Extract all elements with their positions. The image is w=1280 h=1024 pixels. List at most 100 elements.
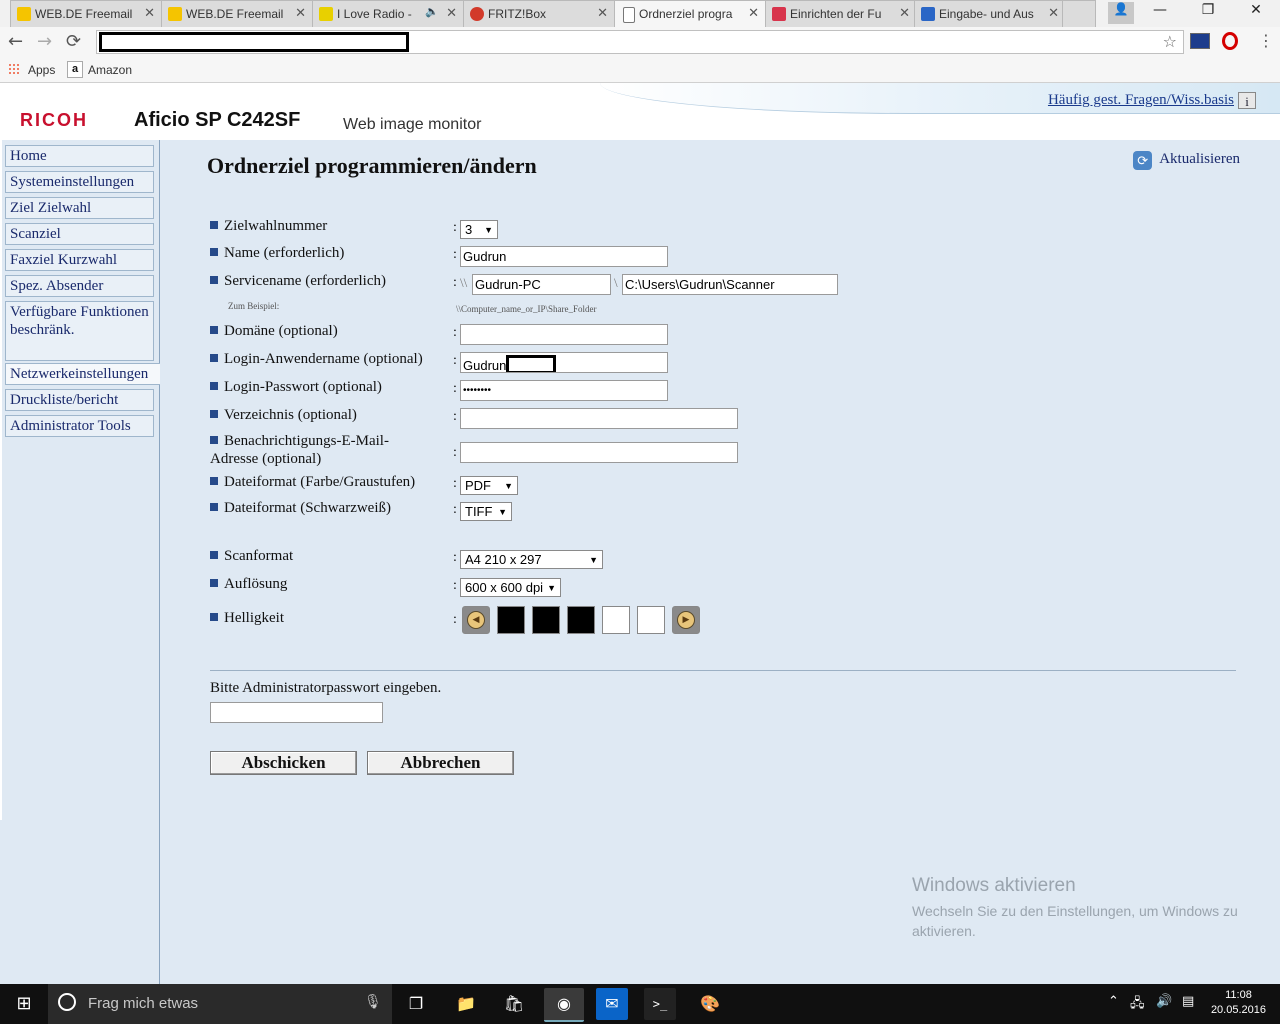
minimize-button[interactable]: — bbox=[1140, 2, 1180, 24]
refresh-label[interactable]: Aktualisieren bbox=[1159, 151, 1240, 167]
service-path-input[interactable]: C:\Users\Gudrun\Scanner bbox=[622, 274, 838, 295]
browser-tab[interactable]: Eingabe- und Aus ✕ bbox=[914, 0, 1066, 27]
sidebar-item-druckliste[interactable]: Druckliste/bericht bbox=[5, 389, 154, 411]
sidebar-item-systemeinstellungen[interactable]: Systemeinstellungen bbox=[5, 171, 154, 193]
sidebar-item-scanziel[interactable]: Scanziel bbox=[5, 223, 154, 245]
file-explorer-icon[interactable]: 📁 bbox=[450, 988, 482, 1020]
email-input[interactable] bbox=[460, 442, 738, 463]
colon: : bbox=[453, 247, 457, 262]
restore-button[interactable]: ❐ bbox=[1188, 2, 1228, 24]
bookmark-amazon[interactable]: Amazon bbox=[88, 63, 132, 77]
clock-time: 11:08 bbox=[1225, 989, 1252, 1001]
admin-password-prompt: Bitte Administratorpasswort eingeben. bbox=[210, 680, 442, 696]
notifications-icon[interactable]: ▤ bbox=[1182, 994, 1194, 1009]
terminal-icon[interactable]: >_ bbox=[644, 988, 676, 1020]
brightness-cell[interactable] bbox=[567, 606, 595, 634]
opera-extension-icon[interactable] bbox=[1222, 32, 1238, 50]
verzeichnis-input[interactable] bbox=[460, 408, 738, 429]
cortana-search-box[interactable]: Frag mich etwas 🎙 bbox=[48, 984, 392, 1024]
field-label-scanformat: Scanformat bbox=[210, 548, 293, 565]
scanformat-select[interactable]: A4 210 x 297 ▼ bbox=[460, 550, 603, 569]
store-icon[interactable]: 🛍 bbox=[498, 988, 530, 1020]
close-tab-icon[interactable]: ✕ bbox=[144, 5, 155, 21]
chrome-icon[interactable]: ◉ bbox=[544, 988, 584, 1022]
zielwahlnummer-select[interactable]: 3 ▼ bbox=[460, 220, 498, 239]
sidebar-item-ziel-zielwahl[interactable]: Ziel Zielwahl bbox=[5, 197, 154, 219]
field-label-format-sw: Dateiformat (Schwarzweiß) bbox=[210, 500, 391, 517]
browser-tab[interactable]: I Love Radio - 🔈 ✕ bbox=[312, 0, 464, 27]
format-sw-select[interactable]: TIFF ▼ bbox=[460, 502, 512, 521]
sidebar-item-faxziel[interactable]: Faxziel Kurzwahl bbox=[5, 249, 154, 271]
bookmark-star-icon[interactable]: ☆ bbox=[1163, 32, 1177, 51]
browser-tab[interactable]: WEB.DE Freemail ✕ bbox=[161, 0, 313, 27]
domaene-input[interactable] bbox=[460, 324, 668, 345]
label-text: Dateiformat (Farbe/Graustufen) bbox=[224, 474, 416, 490]
cancel-button[interactable]: Abbrechen bbox=[367, 751, 514, 775]
bullet-icon bbox=[210, 382, 218, 390]
browser-tab[interactable]: WEB.DE Freemail ✕ bbox=[10, 0, 162, 27]
sidebar-item-absender[interactable]: Spez. Absender bbox=[5, 275, 154, 297]
close-tab-icon[interactable]: ✕ bbox=[1048, 5, 1059, 21]
refresh-icon[interactable]: ⟳ bbox=[1133, 151, 1153, 170]
admin-password-input[interactable] bbox=[210, 702, 383, 723]
chevron-down-icon: ▼ bbox=[547, 583, 556, 593]
windows-start-icon[interactable]: ⊞ bbox=[8, 988, 40, 1020]
browser-tab[interactable]: Einrichten der Fu ✕ bbox=[765, 0, 917, 27]
new-tab-button[interactable] bbox=[1062, 0, 1096, 27]
close-tab-icon[interactable]: ✕ bbox=[899, 5, 910, 21]
task-view-icon[interactable]: ❐ bbox=[400, 988, 432, 1020]
close-tab-icon[interactable]: ✕ bbox=[446, 5, 457, 21]
microphone-icon[interactable]: 🎙 bbox=[364, 994, 382, 1010]
app-subtitle: Web image monitor bbox=[343, 116, 482, 133]
brightness-cell[interactable] bbox=[532, 606, 560, 634]
field-label-verzeichnis: Verzeichnis (optional) bbox=[210, 407, 357, 424]
main-content: Ordnerziel programmieren/ändern ⟳ Aktual… bbox=[160, 140, 1280, 984]
aufloesung-select[interactable]: 600 x 600 dpi ▼ bbox=[460, 578, 561, 597]
sidebar-item-home[interactable]: Home bbox=[5, 145, 154, 167]
network-icon[interactable]: 🖧 bbox=[1130, 994, 1145, 1016]
bullet-icon bbox=[210, 503, 218, 511]
sidebar-item-admin-tools[interactable]: Administrator Tools bbox=[5, 415, 154, 437]
volume-icon[interactable]: 🔊 bbox=[1156, 994, 1172, 1009]
colon: : bbox=[453, 381, 457, 396]
refresh-link[interactable]: ⟳ Aktualisieren bbox=[1133, 151, 1240, 170]
brightness-cell[interactable] bbox=[637, 606, 665, 634]
close-tab-icon[interactable]: ✕ bbox=[295, 5, 306, 21]
service-host-input[interactable]: Gudrun-PC bbox=[472, 274, 611, 295]
format-farbe-select[interactable]: PDF ▼ bbox=[460, 476, 518, 495]
browser-tab[interactable]: FRITZ!Box ✕ bbox=[463, 0, 615, 27]
reload-button[interactable]: ⟳ bbox=[66, 31, 81, 52]
brightness-cell[interactable] bbox=[497, 606, 525, 634]
system-clock[interactable]: 11:08 20.05.2016 bbox=[1211, 988, 1266, 1018]
close-tab-icon[interactable]: ✕ bbox=[597, 5, 608, 21]
paint-icon[interactable]: 🎨 bbox=[694, 988, 726, 1020]
sidebar-item-funktionen[interactable]: Verfügbare Funktionen beschränk. bbox=[5, 301, 154, 361]
sidebar-item-netzwerk[interactable]: Netzwerkeinstellungen bbox=[5, 363, 161, 385]
extension-flag-icon[interactable] bbox=[1190, 33, 1210, 49]
close-tab-icon[interactable]: ✕ bbox=[748, 5, 759, 21]
faq-link[interactable]: Häufig gest. Fragen/Wiss.basis bbox=[1048, 92, 1234, 109]
field-label-login-name: Login-Anwendername (optional) bbox=[210, 351, 423, 368]
name-input[interactable]: Gudrun bbox=[460, 246, 668, 267]
windows-activation-watermark: Windows aktivieren Wechseln Sie zu den E… bbox=[912, 875, 1242, 941]
login-name-input[interactable]: Gudrun bbox=[460, 352, 668, 373]
brightness-decrease-button[interactable]: ◀ bbox=[462, 606, 490, 634]
outlook-icon[interactable]: ✉ bbox=[596, 988, 628, 1020]
browser-tab-active[interactable]: Ordnerziel progra ✕ bbox=[614, 0, 766, 27]
profile-icon[interactable]: 👤 bbox=[1108, 2, 1134, 24]
close-window-button[interactable]: ✕ bbox=[1236, 2, 1276, 24]
bookmark-apps[interactable]: Apps bbox=[28, 63, 55, 77]
label-text: Domäne (optional) bbox=[224, 323, 338, 339]
tray-chevron-up-icon[interactable]: ⌃ bbox=[1108, 994, 1119, 1009]
login-password-input[interactable]: •••••••• bbox=[460, 380, 668, 401]
back-button[interactable]: ← bbox=[8, 31, 23, 52]
info-icon[interactable]: i bbox=[1238, 92, 1256, 109]
example-label: Zum Beispiel: bbox=[228, 301, 280, 311]
brightness-cell[interactable] bbox=[602, 606, 630, 634]
menu-icon[interactable]: ⋮ bbox=[1258, 31, 1274, 50]
field-label-name: Name (erforderlich) bbox=[210, 245, 344, 262]
forward-button[interactable]: → bbox=[37, 31, 52, 52]
brightness-increase-button[interactable]: ▶ bbox=[672, 606, 700, 634]
submit-button[interactable]: Abschicken bbox=[210, 751, 357, 775]
address-bar[interactable]: ☆ bbox=[96, 30, 1184, 54]
